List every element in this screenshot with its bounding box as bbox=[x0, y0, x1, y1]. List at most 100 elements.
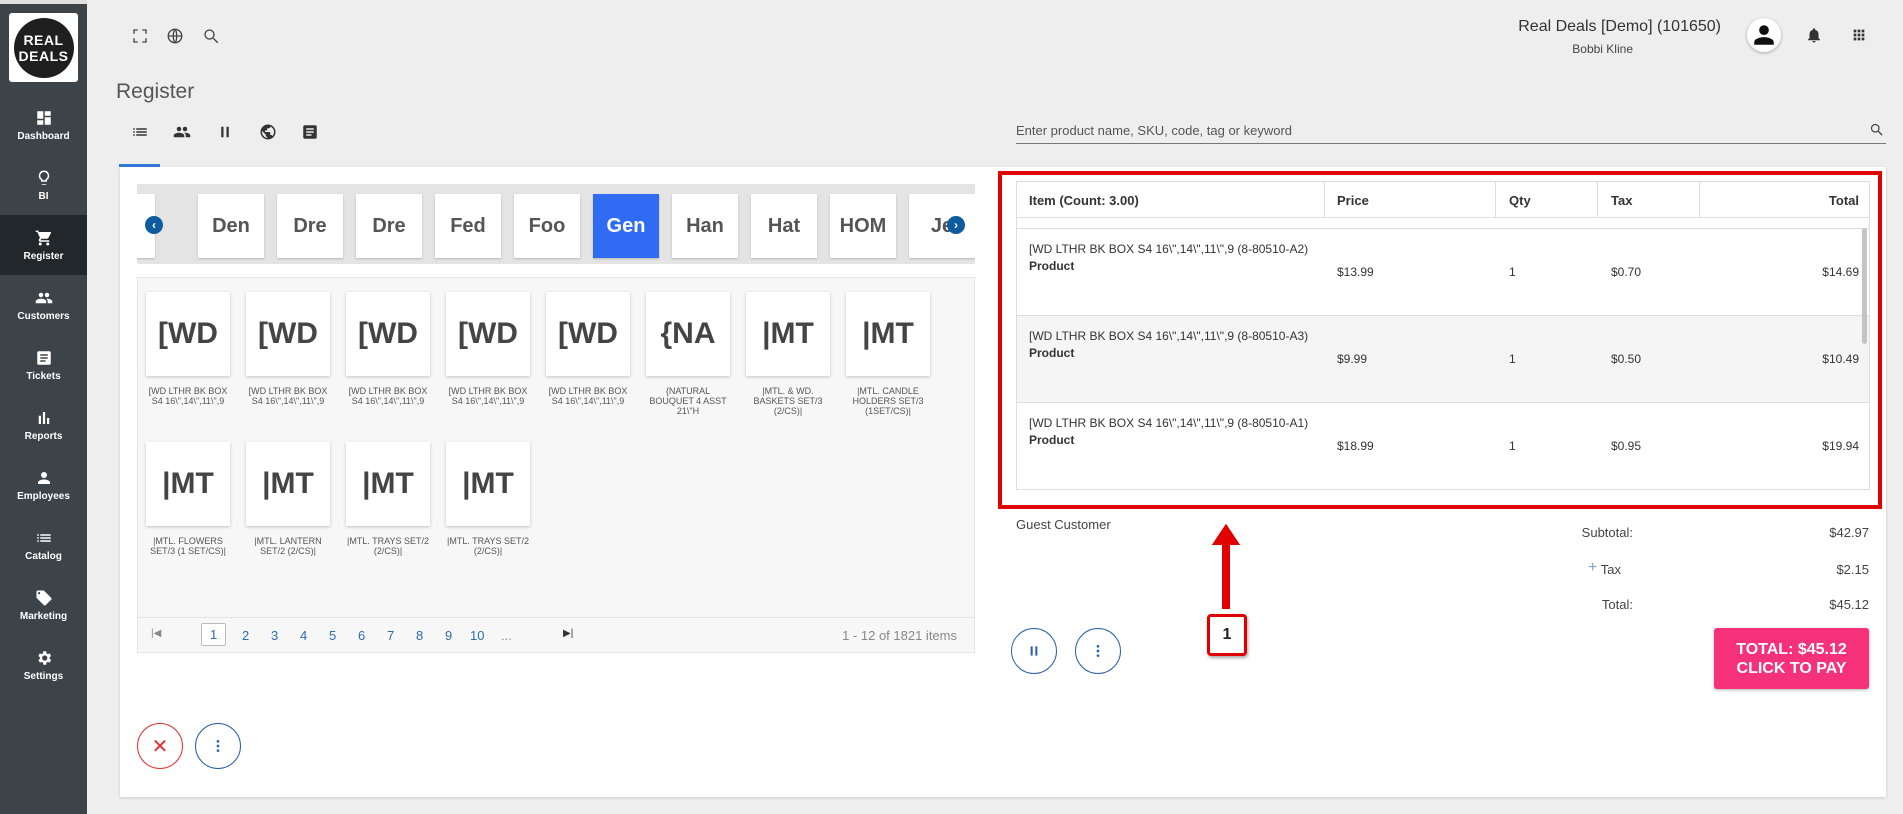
sidebar-item-settings[interactable]: Settings bbox=[0, 635, 87, 695]
sidebar-item-label: Settings bbox=[23, 670, 64, 682]
product-card[interactable]: [WD [WD LTHR BK BOX S4 16\",14\",11\",9 bbox=[146, 292, 230, 426]
tab-held[interactable] bbox=[216, 123, 236, 143]
page-info: 1 - 12 of 1821 items bbox=[842, 628, 957, 643]
total-value: $45.12 bbox=[1829, 597, 1869, 612]
person-icon bbox=[37, 471, 50, 484]
sidebar-item-marketing[interactable]: Marketing bbox=[0, 575, 87, 635]
sidebar-item-dashboard[interactable]: Dashboard bbox=[0, 95, 87, 155]
tab-tickets[interactable] bbox=[301, 123, 321, 143]
category-tile[interactable]: HOM bbox=[830, 194, 896, 258]
sidebar-item-customers[interactable]: Customers bbox=[0, 275, 87, 335]
sidebar-item-label: Marketing bbox=[19, 610, 68, 622]
category-tile-active[interactable]: Gen bbox=[593, 194, 659, 258]
category-tile[interactable]: Dre bbox=[356, 194, 422, 258]
chevron-left-icon: ‹ bbox=[152, 218, 156, 232]
pause-icon bbox=[221, 126, 229, 138]
tab-products[interactable] bbox=[131, 123, 151, 143]
avatar[interactable] bbox=[1747, 18, 1781, 52]
tab-online[interactable] bbox=[259, 123, 279, 143]
page-button[interactable]: 6 bbox=[358, 628, 365, 643]
page-button-current[interactable]: 1 bbox=[201, 623, 227, 646]
product-card[interactable]: [WD [WD LTHR BK BOX S4 16\",14\",11\",9 bbox=[446, 292, 530, 426]
globe-icon bbox=[167, 28, 183, 44]
pay-total: TOTAL: $45.12 bbox=[1736, 640, 1847, 658]
tab-customers[interactable] bbox=[173, 123, 193, 143]
product-card[interactable]: |MT |MTL. & WD. BASKETS SET/3 (2/CS)| bbox=[746, 292, 830, 426]
page-title: Register bbox=[116, 80, 195, 103]
product-name: [WD LTHR BK BOX S4 16\",14\",11\",9 bbox=[348, 386, 428, 406]
category-tile[interactable]: Han bbox=[672, 194, 738, 258]
page-button[interactable]: 8 bbox=[416, 628, 423, 643]
page-button[interactable]: 9 bbox=[445, 628, 452, 643]
sidebar-item-label: Reports bbox=[24, 430, 63, 442]
cart-options-button[interactable] bbox=[1075, 628, 1121, 674]
sidebar-item-catalog[interactable]: Catalog bbox=[0, 515, 87, 575]
page-button[interactable]: 4 bbox=[300, 628, 307, 643]
dashboard-icon bbox=[36, 110, 51, 125]
product-tile: |MT bbox=[446, 442, 530, 526]
sidebar-item-label: Catalog bbox=[25, 550, 62, 562]
pay-button[interactable]: TOTAL: $45.12 CLICK TO PAY bbox=[1714, 628, 1869, 689]
category-tile[interactable]: Den bbox=[198, 194, 264, 258]
category-tile[interactable]: Fed bbox=[435, 194, 501, 258]
hold-sale-button[interactable] bbox=[1011, 628, 1057, 674]
page-button[interactable]: 5 bbox=[329, 628, 336, 643]
category-tile[interactable]: Je bbox=[909, 194, 975, 258]
bell-icon bbox=[1808, 28, 1820, 43]
category-tile[interactable]: Hat bbox=[751, 194, 817, 258]
callout-number: 1 bbox=[1207, 614, 1247, 656]
product-card[interactable]: [WD [WD LTHR BK BOX S4 16\",14\",11\",9 bbox=[246, 292, 330, 426]
product-search bbox=[1016, 118, 1886, 144]
sidebar-item-employees[interactable]: Employees bbox=[0, 455, 87, 515]
more-options-button[interactable] bbox=[195, 723, 241, 769]
sidebar-item-reports[interactable]: Reports bbox=[0, 395, 87, 455]
last-page-button[interactable]: ▶| bbox=[563, 628, 573, 639]
product-card[interactable]: [WD [WD LTHR BK BOX S4 16\",14\",11\",9 bbox=[346, 292, 430, 426]
bar-chart-icon bbox=[38, 411, 49, 424]
product-tile: [WD bbox=[346, 292, 430, 376]
cart-icon bbox=[35, 230, 51, 245]
product-card[interactable]: |MT |MTL. TRAYS SET/2 (2/CS)| bbox=[446, 442, 530, 576]
category-tile[interactable]: Dre bbox=[277, 194, 343, 258]
category-next-button[interactable]: › bbox=[947, 216, 965, 234]
product-tile: |MT bbox=[146, 442, 230, 526]
page-button[interactable]: 3 bbox=[271, 628, 278, 643]
pause-icon bbox=[1030, 646, 1038, 656]
cancel-sale-button[interactable]: ✕ bbox=[137, 723, 183, 769]
language-button[interactable] bbox=[166, 27, 186, 47]
page-ellipsis[interactable]: ... bbox=[501, 628, 512, 643]
more-vertical-icon bbox=[1096, 645, 1100, 657]
apps-button[interactable] bbox=[1851, 27, 1867, 48]
people-icon bbox=[35, 292, 52, 303]
tax-value: $2.15 bbox=[1836, 562, 1869, 577]
product-search-input[interactable] bbox=[1016, 118, 1856, 142]
page-button[interactable]: 2 bbox=[242, 628, 249, 643]
product-card[interactable]: [WD [WD LTHR BK BOX S4 16\",14\",11\",9 bbox=[546, 292, 630, 426]
customer-name[interactable]: Guest Customer bbox=[1016, 517, 1111, 532]
logo[interactable]: REAL DEALS bbox=[9, 13, 78, 82]
expand-tax-button[interactable]: + bbox=[1588, 559, 1597, 577]
product-tile: |MT bbox=[746, 292, 830, 376]
sidebar-item-register[interactable]: Register bbox=[0, 215, 87, 275]
fullscreen-button[interactable] bbox=[131, 27, 151, 47]
sidebar-item-tickets[interactable]: Tickets bbox=[0, 335, 87, 395]
product-card[interactable]: |MT |MTL. TRAYS SET/2 (2/CS)| bbox=[346, 442, 430, 576]
sidebar-item-label: Employees bbox=[17, 490, 70, 502]
product-card[interactable]: |MT |MTL. LANTERN SET/2 (2/CS)| bbox=[246, 442, 330, 576]
page-button[interactable]: 7 bbox=[387, 628, 394, 643]
product-card[interactable]: |MT |MTL. CANDLE HOLDERS SET/3 (1SET/CS)… bbox=[846, 292, 930, 426]
page-button[interactable]: 10 bbox=[470, 628, 484, 643]
category-prev-button[interactable]: ‹ bbox=[145, 216, 163, 234]
cart-highlight-box bbox=[998, 171, 1882, 509]
pay-action: CLICK TO PAY bbox=[1736, 659, 1847, 677]
product-card[interactable]: {NA {NATURAL BOUQUET 4 ASST 21\"H bbox=[646, 292, 730, 426]
category-tile[interactable]: Foo bbox=[514, 194, 580, 258]
global-search-button[interactable] bbox=[202, 27, 222, 47]
tag-icon bbox=[36, 590, 51, 605]
product-search-button[interactable] bbox=[1869, 122, 1884, 142]
first-page-button[interactable]: |◀ bbox=[151, 628, 161, 639]
callout-arrow bbox=[1208, 520, 1244, 611]
product-card[interactable]: |MT |MTL. FLOWERS SET/3 (1 SET/CS)| bbox=[146, 442, 230, 576]
sidebar-item-bi[interactable]: BI bbox=[0, 155, 87, 215]
notifications-button[interactable] bbox=[1805, 26, 1823, 49]
